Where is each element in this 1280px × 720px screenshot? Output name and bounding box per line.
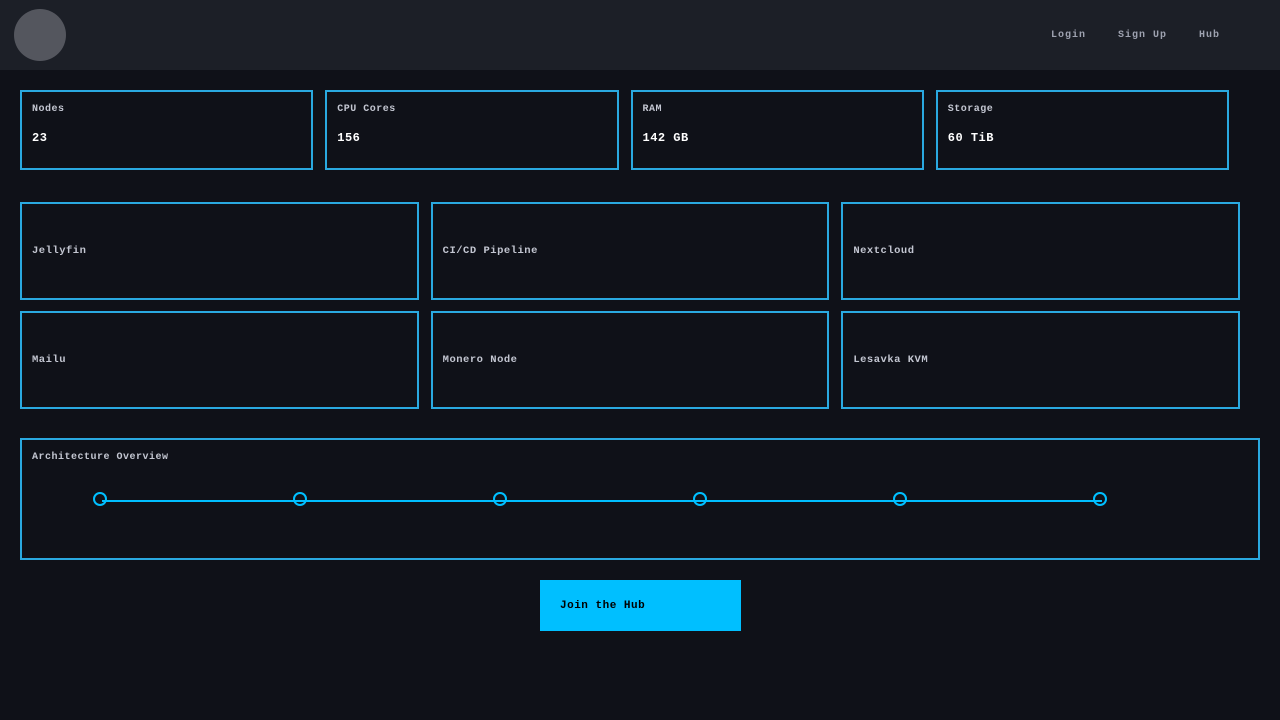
service-card-lesavka-kvm[interactable]: Lesavka KVM xyxy=(841,311,1240,409)
service-card-jellyfin[interactable]: Jellyfin xyxy=(20,202,419,300)
stat-value: 60 TiB xyxy=(948,131,1217,145)
stat-label: Storage xyxy=(948,104,1217,115)
stat-label: CPU Cores xyxy=(337,104,606,115)
stat-value: 23 xyxy=(32,131,301,145)
service-title: Jellyfin xyxy=(32,245,86,257)
timeline-track xyxy=(102,500,1102,502)
nav-link-sign-up[interactable]: Sign Up xyxy=(1118,30,1167,41)
stat-label: RAM xyxy=(643,104,912,115)
navbar: Login Sign Up Hub xyxy=(0,0,1280,70)
architecture-title: Architecture Overview xyxy=(32,452,169,463)
services-grid: Jellyfin CI/CD Pipeline Nextcloud Mailu … xyxy=(20,202,1240,409)
service-card-mailu[interactable]: Mailu xyxy=(20,311,419,409)
node-circle-icon xyxy=(493,492,507,506)
stat-value: 156 xyxy=(337,131,606,145)
stats-grid: Nodes 23 CPU Cores 156 RAM 142 GB Storag… xyxy=(20,90,1229,170)
node-circle-icon xyxy=(693,492,707,506)
nav-link-hub[interactable]: Hub xyxy=(1199,30,1220,41)
stat-value: 142 GB xyxy=(643,131,912,145)
service-card-cicd-pipeline[interactable]: CI/CD Pipeline xyxy=(431,202,830,300)
service-title: CI/CD Pipeline xyxy=(443,245,538,257)
stat-label: Nodes xyxy=(32,104,301,115)
service-title: Monero Node xyxy=(443,354,518,366)
service-title: Nextcloud xyxy=(853,245,914,257)
service-title: Mailu xyxy=(32,354,66,366)
service-card-monero-node[interactable]: Monero Node xyxy=(431,311,830,409)
avatar[interactable] xyxy=(14,9,66,61)
nav-links: Login Sign Up Hub xyxy=(1051,30,1220,41)
service-title: Lesavka KVM xyxy=(853,354,928,366)
stat-card-nodes: Nodes 23 xyxy=(20,90,313,170)
stat-card-cpu-cores: CPU Cores 156 xyxy=(325,90,618,170)
stat-card-ram: RAM 142 GB xyxy=(631,90,924,170)
node-circle-icon xyxy=(93,492,107,506)
node-circle-icon xyxy=(1093,492,1107,506)
node-circle-icon xyxy=(893,492,907,506)
stat-card-storage: Storage 60 TiB xyxy=(936,90,1229,170)
service-card-nextcloud[interactable]: Nextcloud xyxy=(841,202,1240,300)
join-hub-button[interactable]: Join the Hub xyxy=(540,580,741,631)
nav-link-login[interactable]: Login xyxy=(1051,30,1086,41)
architecture-overview-panel: Architecture Overview xyxy=(20,438,1260,560)
node-circle-icon xyxy=(293,492,307,506)
